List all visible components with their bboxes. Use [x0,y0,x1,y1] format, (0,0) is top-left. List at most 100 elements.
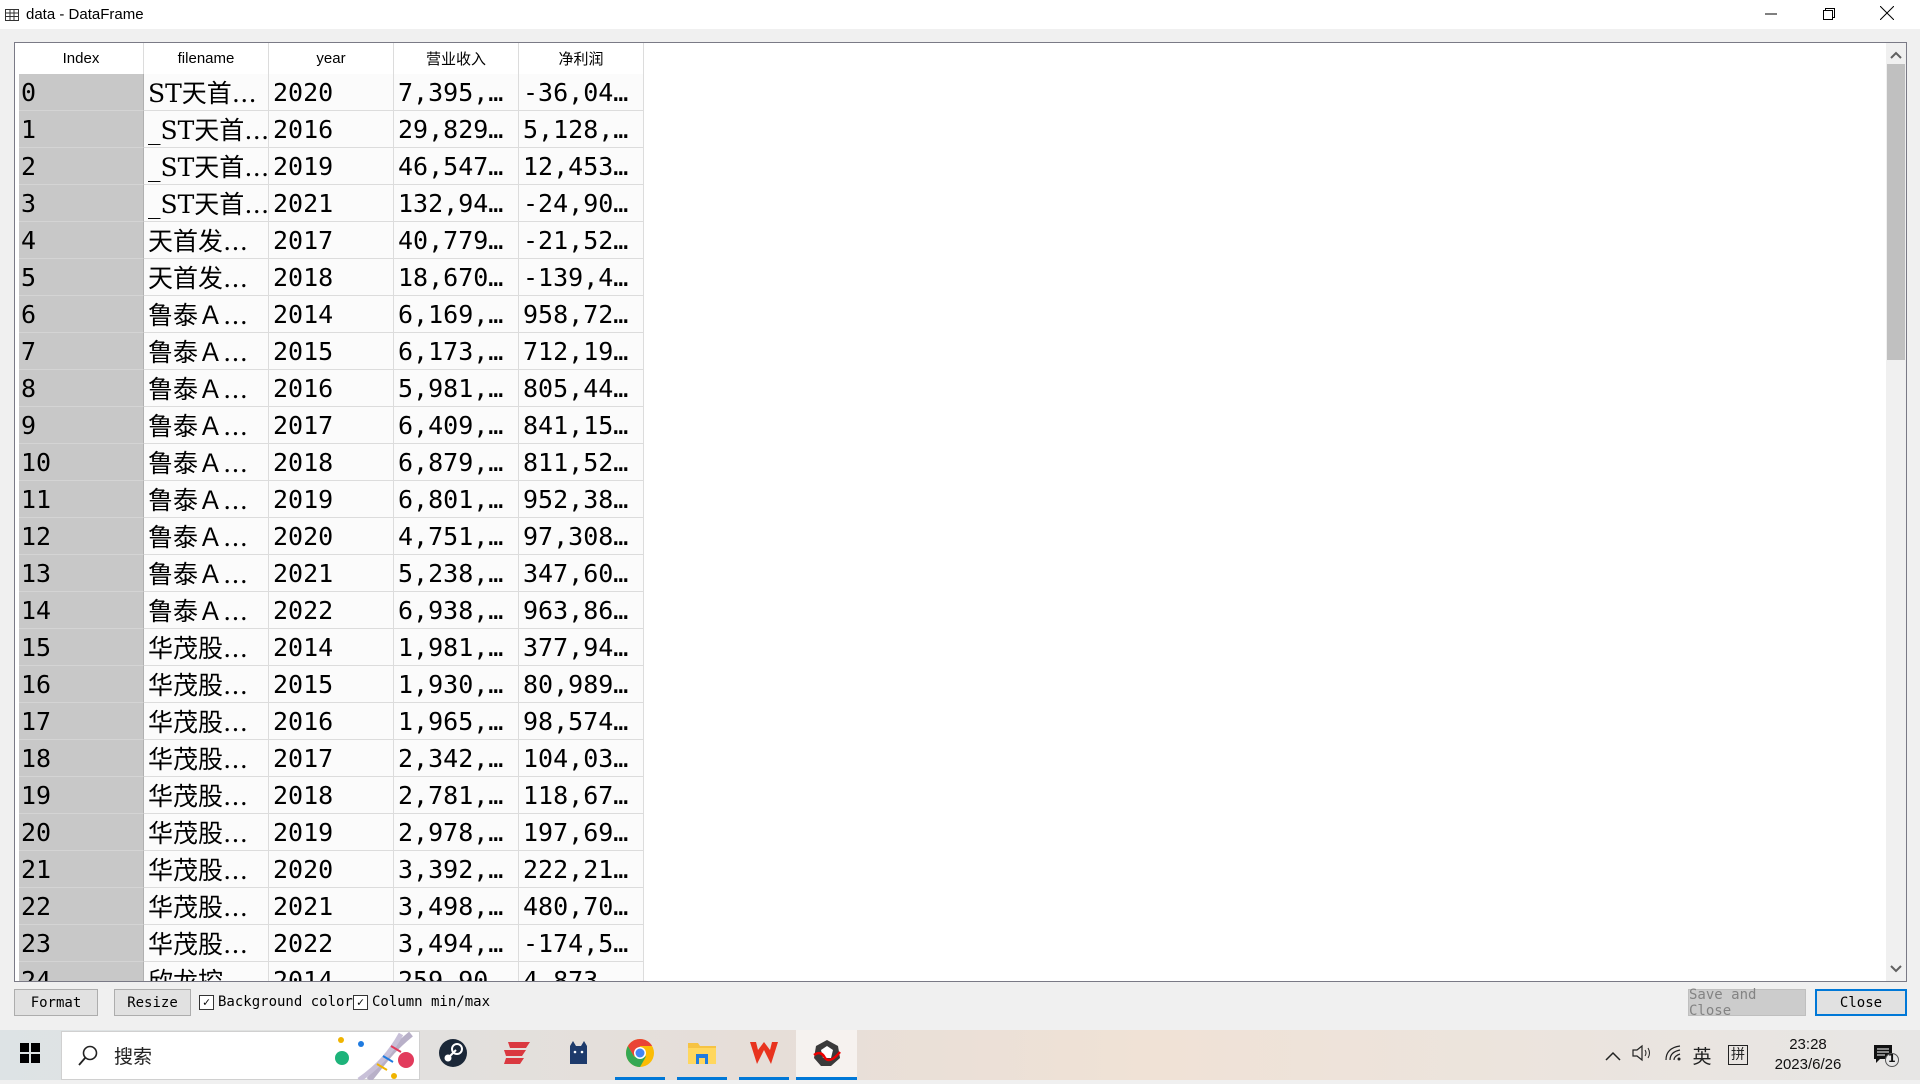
table-cell[interactable]: 5,981,… [394,370,519,407]
scroll-up-button[interactable] [1886,45,1906,65]
vertical-scrollbar[interactable] [1886,43,1906,981]
table-cell[interactable]: -24,90… [519,185,644,222]
table-cell[interactable]: 1,981,… [394,629,519,666]
table-cell[interactable]: 4,751,… [394,518,519,555]
table-cell[interactable]: 2015 [269,666,394,703]
table-cell[interactable]: 4,873 [519,962,644,981]
table-cell[interactable]: 华茂股… [144,814,269,851]
table-cell[interactable]: 2017 [269,407,394,444]
row-index-cell[interactable]: 24 [19,962,144,981]
row-index-cell[interactable]: 19 [19,777,144,814]
table-cell[interactable]: 华茂股… [144,777,269,814]
row-index-cell[interactable]: 2 [19,148,144,185]
table-cell[interactable]: 963,86… [519,592,644,629]
table-cell[interactable]: 29,829… [394,111,519,148]
table-cell[interactable]: 3,498,… [394,888,519,925]
table-row[interactable]: 2 _ST天首… 2019 46,547… 12,453… [19,148,644,185]
table-cell[interactable]: 259,90 [394,962,519,981]
table-cell[interactable]: -21,52… [519,222,644,259]
table-row[interactable]: 11 鲁泰Ａ… 2019 6,801,… 952,38… [19,481,644,518]
row-index-cell[interactable]: 22 [19,888,144,925]
table-cell[interactable]: 1,965,… [394,703,519,740]
row-index-cell[interactable]: 4 [19,222,144,259]
scroll-down-button[interactable] [1886,959,1906,979]
table-cell[interactable]: 347,60… [519,555,644,592]
table-row[interactable]: 19 华茂股… 2018 2,781,… 118,67… [19,777,644,814]
row-index-cell[interactable]: 13 [19,555,144,592]
table-row[interactable]: 4 天首发… 2017 40,779… -21,52… [19,222,644,259]
table-cell[interactable]: -139,4… [519,259,644,296]
table-cell[interactable]: 2015 [269,333,394,370]
table-cell[interactable]: 2022 [269,592,394,629]
format-button[interactable]: Format [14,989,98,1016]
ime-mode-button[interactable]: 拼 [1726,1030,1750,1080]
table-cell[interactable]: 华茂股… [144,703,269,740]
table-cell[interactable]: 98,574… [519,703,644,740]
table-cell[interactable]: 97,308… [519,518,644,555]
table-row[interactable]: 24 欣龙控 2014 259,90 4,873 [19,962,644,981]
table-cell[interactable]: 2021 [269,185,394,222]
row-index-cell[interactable]: 0 [19,74,144,111]
table-cell[interactable]: 2014 [269,296,394,333]
table-cell[interactable]: 811,52… [519,444,644,481]
table-cell[interactable]: 2019 [269,481,394,518]
volume-button[interactable] [1628,1030,1656,1080]
table-row[interactable]: 6 鲁泰Ａ… 2014 6,169,… 958,72… [19,296,644,333]
row-index-cell[interactable]: 6 [19,296,144,333]
table-cell[interactable]: 40,779… [394,222,519,259]
table-cell[interactable]: 3,392,… [394,851,519,888]
table-cell[interactable]: 952,38… [519,481,644,518]
table-row[interactable]: 22 华茂股… 2021 3,498,… 480,70… [19,888,644,925]
table-cell[interactable]: 2020 [269,518,394,555]
taskbar-clock[interactable]: 23:28 2023/6/26 [1763,1035,1853,1075]
row-index-cell[interactable]: 15 [19,629,144,666]
table-cell[interactable]: 欣龙控 [144,962,269,981]
table-cell[interactable]: 6,409,… [394,407,519,444]
table-row[interactable]: 21 华茂股… 2020 3,392,… 222,21… [19,851,644,888]
table-row[interactable]: 5 天首发… 2018 18,670… -139,4… [19,259,644,296]
table-cell[interactable]: 鲁泰Ａ… [144,592,269,629]
table-cell[interactable]: 鲁泰Ａ… [144,518,269,555]
row-index-cell[interactable]: 9 [19,407,144,444]
table-cell[interactable]: 958,72… [519,296,644,333]
row-index-cell[interactable]: 18 [19,740,144,777]
table-cell[interactable]: 鲁泰Ａ… [144,444,269,481]
table-row[interactable]: 18 华茂股… 2017 2,342,… 104,03… [19,740,644,777]
row-index-cell[interactable]: 8 [19,370,144,407]
table-cell[interactable]: 132,94… [394,185,519,222]
table-cell[interactable]: 805,44… [519,370,644,407]
taskbar-app-spyder[interactable] [796,1030,857,1080]
table-cell[interactable]: 2014 [269,629,394,666]
table-cell[interactable]: 2,342,… [394,740,519,777]
table-cell[interactable]: 2018 [269,444,394,481]
table-cell[interactable]: 华茂股… [144,740,269,777]
table-cell[interactable]: 222,21… [519,851,644,888]
row-index-cell[interactable]: 10 [19,444,144,481]
table-cell[interactable]: -174,5… [519,925,644,962]
column-header-col1[interactable]: filename [144,43,269,74]
table-row[interactable]: 17 华茂股… 2016 1,965,… 98,574… [19,703,644,740]
taskbar-app-expressvpn[interactable] [491,1030,541,1080]
row-index-cell[interactable]: 11 [19,481,144,518]
background-color-checkbox[interactable]: ✓ Background color [199,993,353,1011]
table-cell[interactable]: 2022 [269,925,394,962]
table-cell[interactable]: 6,938,… [394,592,519,629]
table-cell[interactable]: 841,15… [519,407,644,444]
taskbar-app-wps[interactable] [739,1030,789,1080]
table-cell[interactable]: _ST天首… [144,148,269,185]
table-row[interactable]: 8 鲁泰Ａ… 2016 5,981,… 805,44… [19,370,644,407]
maximize-button[interactable] [1800,0,1858,29]
table-row[interactable]: 1 _ST天首… 2016 29,829… 5,128,… [19,111,644,148]
table-cell[interactable]: 华茂股… [144,851,269,888]
table-cell[interactable]: _ST天首… [144,185,269,222]
row-index-cell[interactable]: 20 [19,814,144,851]
ime-language-button[interactable]: 英 [1690,1030,1714,1080]
row-index-cell[interactable]: 7 [19,333,144,370]
table-cell[interactable]: 6,173,… [394,333,519,370]
table-cell[interactable]: 华茂股… [144,629,269,666]
row-index-cell[interactable]: 5 [19,259,144,296]
taskbar-app-file-explorer[interactable] [677,1030,727,1080]
taskbar-app-steam[interactable] [428,1030,478,1080]
table-cell[interactable]: 华茂股… [144,888,269,925]
table-row[interactable]: 0 ST天首… 2020 7,395,… -36,04… [19,74,644,111]
